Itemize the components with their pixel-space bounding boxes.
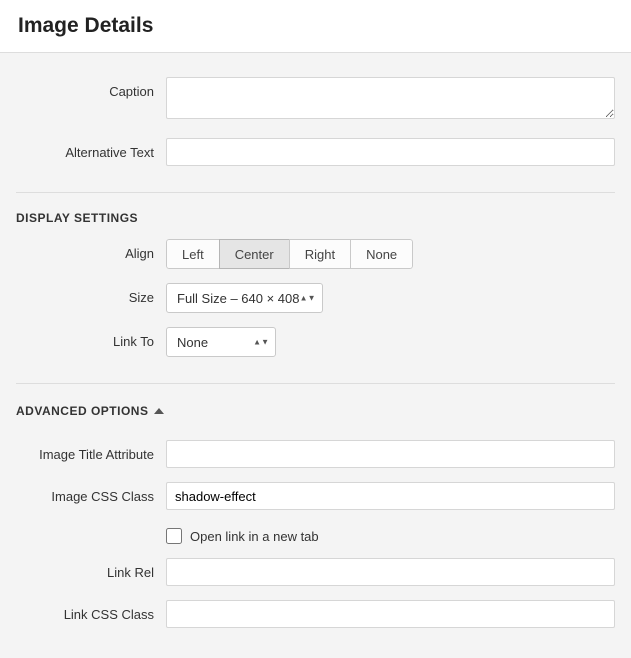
open-new-tab-label: Open link in a new tab bbox=[190, 529, 319, 544]
field-row-align: Align Left Center Right None bbox=[16, 239, 615, 269]
link-rel-label: Link Rel bbox=[16, 558, 166, 580]
dialog-title: Image Details bbox=[18, 14, 613, 38]
align-button-group: Left Center Right None bbox=[166, 239, 413, 269]
display-settings-heading: DISPLAY SETTINGS bbox=[16, 211, 615, 225]
select-arrows-icon: ▲▼ bbox=[253, 340, 269, 345]
dialog-body: Caption Alternative Text DISPLAY SETTING… bbox=[0, 53, 631, 658]
alt-text-input[interactable] bbox=[166, 138, 615, 166]
field-row-size: Size Full Size – 640 × 408 ▲▼ bbox=[16, 283, 615, 313]
css-class-label: Image CSS Class bbox=[16, 482, 166, 504]
dialog-header: Image Details bbox=[0, 0, 631, 53]
size-select-value: Full Size – 640 × 408 bbox=[167, 291, 322, 306]
align-center-button[interactable]: Center bbox=[219, 239, 290, 269]
field-row-link-rel: Link Rel bbox=[16, 558, 615, 586]
align-none-button[interactable]: None bbox=[350, 239, 413, 269]
select-arrows-icon: ▲▼ bbox=[300, 296, 316, 301]
align-label: Align bbox=[16, 239, 166, 261]
open-new-tab-checkbox[interactable] bbox=[166, 528, 182, 544]
collapse-arrow-icon bbox=[154, 408, 164, 414]
caption-label: Caption bbox=[16, 77, 166, 99]
title-attr-input[interactable] bbox=[166, 440, 615, 468]
section-divider bbox=[16, 383, 615, 384]
field-row-alt-text: Alternative Text bbox=[16, 138, 615, 166]
field-row-caption: Caption bbox=[16, 77, 615, 124]
link-to-select-value: None bbox=[167, 335, 230, 350]
field-row-link-to: Link To None ▲▼ bbox=[16, 327, 615, 357]
align-right-button[interactable]: Right bbox=[289, 239, 351, 269]
image-details-dialog: Image Details Caption Alternative Text D… bbox=[0, 0, 631, 658]
link-rel-input[interactable] bbox=[166, 558, 615, 586]
field-row-title-attr: Image Title Attribute bbox=[16, 440, 615, 468]
link-css-label: Link CSS Class bbox=[16, 600, 166, 622]
align-left-button[interactable]: Left bbox=[166, 239, 220, 269]
title-attr-label: Image Title Attribute bbox=[16, 440, 166, 462]
link-to-label: Link To bbox=[16, 327, 166, 349]
section-divider bbox=[16, 192, 615, 193]
link-css-input[interactable] bbox=[166, 600, 615, 628]
field-row-open-new-tab: Open link in a new tab bbox=[16, 524, 615, 544]
advanced-options-label: ADVANCED OPTIONS bbox=[16, 404, 148, 418]
caption-textarea[interactable] bbox=[166, 77, 615, 119]
field-row-link-css: Link CSS Class bbox=[16, 600, 615, 628]
css-class-input[interactable] bbox=[166, 482, 615, 510]
field-row-css-class: Image CSS Class bbox=[16, 482, 615, 510]
alt-text-label: Alternative Text bbox=[16, 138, 166, 160]
size-select[interactable]: Full Size – 640 × 408 ▲▼ bbox=[166, 283, 323, 313]
link-to-select[interactable]: None ▲▼ bbox=[166, 327, 276, 357]
advanced-options-toggle[interactable]: ADVANCED OPTIONS bbox=[16, 404, 164, 418]
size-label: Size bbox=[16, 283, 166, 305]
empty-label bbox=[16, 524, 166, 531]
